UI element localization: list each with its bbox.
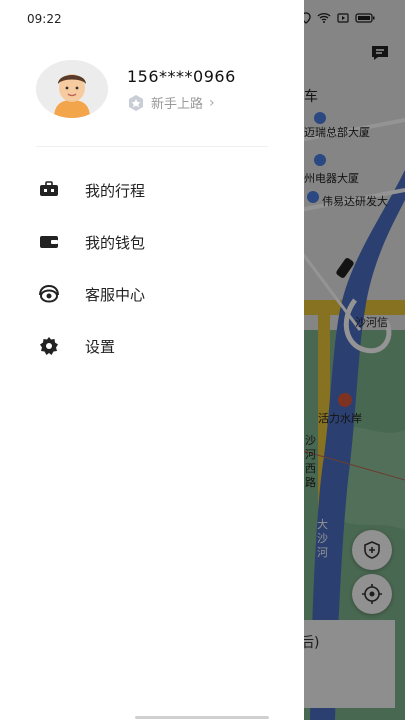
battery-icon — [355, 12, 375, 23]
profile-divider — [36, 146, 268, 147]
home-indicator — [135, 716, 269, 719]
menu-item-wallet[interactable]: 我的钱包 — [0, 216, 304, 268]
level-badge-icon — [129, 94, 143, 111]
menu-item-trips[interactable]: 我的行程 — [0, 164, 304, 216]
member-level-label: 新手上路 — [151, 97, 204, 112]
menu-item-label: 我的行程 — [85, 181, 146, 200]
menu-item-label: 设置 — [85, 337, 116, 356]
status-time: 09:22 — [27, 12, 62, 26]
menu-item-label: 我的钱包 — [85, 233, 146, 252]
wifi-icon — [317, 13, 331, 23]
side-drawer: 09:22 156****0966 新手上路 › 我的行程 我的钱包 客服中心 … — [0, 0, 304, 720]
member-level-link[interactable]: 新手上路 › — [127, 93, 215, 112]
drawer-menu: 我的行程 我的钱包 客服中心 设置 — [0, 164, 304, 372]
menu-item-customer-service[interactable]: 客服中心 — [0, 268, 304, 320]
menu-item-settings[interactable]: 设置 — [0, 320, 304, 372]
screen-record-icon — [337, 12, 349, 23]
chevron-right-icon: › — [209, 94, 215, 111]
avatar[interactable] — [36, 60, 108, 118]
profile-phone: 156****0966 — [127, 67, 236, 86]
avatar-person-icon — [36, 60, 108, 118]
menu-item-label: 客服中心 — [85, 285, 146, 304]
briefcase-icon — [38, 179, 60, 201]
gear-icon — [38, 335, 60, 357]
headset-icon — [38, 283, 60, 305]
wallet-icon — [38, 231, 60, 253]
